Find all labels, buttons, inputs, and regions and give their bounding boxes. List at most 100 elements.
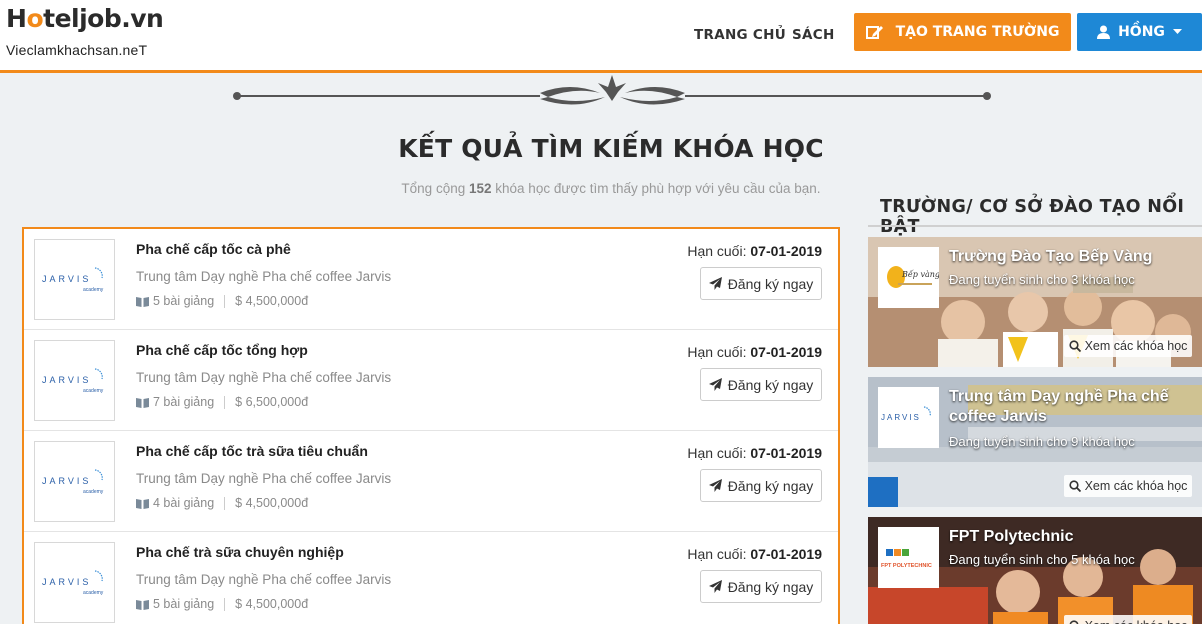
svg-text:academy: academy <box>83 590 104 596</box>
paper-plane-icon <box>708 479 722 492</box>
course-row: JARVIS academy Pha chế cấp tốc cà phê Tr… <box>24 229 838 330</box>
fpt-polytechnic-logo: FPT POLYTECHNIC <box>881 549 932 569</box>
school-course-count: Đang tuyển sinh cho 3 khóa học <box>949 272 1135 287</box>
nav-home[interactable]: TRANG CHỦ <box>694 27 786 43</box>
register-button[interactable]: Đăng ký ngay <box>700 469 822 502</box>
paper-plane-icon <box>708 580 722 593</box>
page-title: KẾT QUẢ TÌM KIẾM KHÓA HỌC <box>398 134 824 163</box>
user-menu-button[interactable]: HỒNG <box>1077 13 1202 51</box>
user-icon <box>1097 25 1111 39</box>
course-price: $ 4,500,000đ <box>235 597 309 611</box>
decorative-divider <box>233 75 991 105</box>
register-button[interactable]: Đăng ký ngay <box>700 267 822 300</box>
svg-text:FPT POLYTECHNIC: FPT POLYTECHNIC <box>881 563 932 569</box>
book-icon <box>136 599 149 610</box>
view-courses-button[interactable]: Xem các khóa học <box>1064 475 1192 497</box>
register-button[interactable]: Đăng ký ngay <box>700 570 822 603</box>
bep-vang-logo: Bếp vàng <box>887 266 940 288</box>
course-row: JARVIS academy Pha chế cấp tốc tổng hợp … <box>24 330 838 431</box>
course-title[interactable]: Pha chế cấp tốc trà sữa tiêu chuẩn <box>136 443 368 459</box>
jarvis-academy-logo: JARVIS academy <box>42 570 104 596</box>
course-price: $ 6,500,000đ <box>235 395 309 409</box>
course-meta: 5 bài giảng $ 4,500,000đ <box>136 597 308 611</box>
paper-plane-icon <box>708 378 722 391</box>
course-title[interactable]: Pha chế trà sữa chuyên nghiệp <box>136 544 344 560</box>
course-price: $ 4,500,000đ <box>235 496 309 510</box>
course-center[interactable]: Trung tâm Dạy nghề Pha chế coffee Jarvis <box>136 269 391 284</box>
course-deadline: Hạn cuối: 07-01-2019 <box>687 445 822 461</box>
magnifier-icon <box>1068 480 1081 492</box>
school-course-count: Đang tuyển sinh cho 9 khóa học <box>949 434 1135 449</box>
course-center[interactable]: Trung tâm Dạy nghề Pha chế coffee Jarvis <box>136 471 391 486</box>
school-logo: JARVIS <box>878 387 939 448</box>
featured-school-card[interactable]: FPT POLYTECHNIC FPT Polytechnic Đang tuy… <box>868 517 1202 624</box>
caret-down-icon <box>1172 29 1182 34</box>
user-name-label: HỒNG <box>1118 24 1165 40</box>
edit-icon <box>865 26 883 39</box>
svg-text:academy: academy <box>83 287 104 293</box>
nav-books[interactable]: SÁCH <box>792 27 835 43</box>
book-icon <box>136 296 149 307</box>
course-row: JARVIS academy Pha chế trà sữa chuyên ng… <box>24 532 838 624</box>
jarvis-logo: JARVIS <box>881 406 931 422</box>
create-school-page-label: TẠO TRANG TRƯỜNG <box>895 24 1060 40</box>
course-meta: 4 bài giảng $ 4,500,000đ <box>136 496 308 510</box>
svg-text:academy: academy <box>83 388 104 394</box>
course-title[interactable]: Pha chế cấp tốc cà phê <box>136 241 291 257</box>
featured-school-card[interactable]: JARVIS Trung tâm Dạy nghề Pha chế coffee… <box>868 377 1202 507</box>
course-thumbnail[interactable]: JARVIS academy <box>34 239 115 320</box>
featured-schools-title: TRƯỜNG/ CƠ SỞ ĐÀO TẠO NỔI BẬT <box>880 197 1185 237</box>
book-icon <box>136 397 149 408</box>
course-deadline: Hạn cuối: 07-01-2019 <box>687 344 822 360</box>
logo-subtext: Vieclamkhachsan.neT <box>6 42 148 58</box>
results-summary: Tổng cộng 152 khóa học được tìm thấy phù… <box>401 181 821 196</box>
course-center[interactable]: Trung tâm Dạy nghề Pha chế coffee Jarvis <box>136 572 391 587</box>
svg-text:JARVIS: JARVIS <box>881 413 921 422</box>
jarvis-academy-logo: JARVIS academy <box>42 368 104 394</box>
course-thumbnail[interactable]: JARVIS academy <box>34 441 115 522</box>
lesson-count: 4 bài giảng <box>153 496 215 510</box>
course-deadline: Hạn cuối: 07-01-2019 <box>687 546 822 562</box>
magnifier-icon <box>1068 340 1081 352</box>
course-results-list: JARVIS academy Pha chế cấp tốc cà phê Tr… <box>22 227 840 624</box>
lesson-count: 5 bài giảng <box>153 294 215 308</box>
svg-text:JARVIS: JARVIS <box>42 274 91 284</box>
register-button[interactable]: Đăng ký ngay <box>700 368 822 401</box>
sidebar-divider <box>868 225 1202 227</box>
lesson-count: 7 bài giảng <box>153 395 215 409</box>
course-price: $ 4,500,000đ <box>235 294 309 308</box>
results-count: 152 <box>468 181 492 196</box>
paper-plane-icon <box>708 277 722 290</box>
course-deadline: Hạn cuối: 07-01-2019 <box>687 243 822 259</box>
create-school-page-button[interactable]: TẠO TRANG TRƯỜNG <box>854 13 1071 51</box>
course-thumbnail[interactable]: JARVIS academy <box>34 542 115 623</box>
site-logo[interactable]: Hoteljob.vn Vieclamkhachsan.neT <box>6 4 164 58</box>
school-course-count: Đang tuyển sinh cho 5 khóa học <box>949 552 1135 567</box>
school-name[interactable]: Trung tâm Dạy nghề Pha chế coffee Jarvis <box>949 387 1194 427</box>
svg-text:Bếp vàng: Bếp vàng <box>901 270 939 279</box>
course-thumbnail[interactable]: JARVIS academy <box>34 340 115 421</box>
school-logo: FPT POLYTECHNIC <box>878 527 939 588</box>
school-name[interactable]: FPT Polytechnic <box>949 527 1194 547</box>
jarvis-academy-logo: JARVIS academy <box>42 469 104 495</box>
jarvis-academy-logo: JARVIS academy <box>42 267 104 293</box>
book-icon <box>136 498 149 509</box>
course-center[interactable]: Trung tâm Dạy nghề Pha chế coffee Jarvis <box>136 370 391 385</box>
school-logo: Bếp vàng <box>878 247 940 308</box>
course-meta: 7 bài giảng $ 6,500,000đ <box>136 395 308 409</box>
logo-text: Hoteljob.vn <box>6 4 164 33</box>
site-header: Hoteljob.vn Vieclamkhachsan.neT TRANG CH… <box>0 0 1202 73</box>
svg-text:JARVIS: JARVIS <box>42 476 91 486</box>
svg-text:JARVIS: JARVIS <box>42 375 91 385</box>
svg-text:JARVIS: JARVIS <box>42 577 91 587</box>
course-title[interactable]: Pha chế cấp tốc tổng hợp <box>136 342 308 358</box>
featured-school-card[interactable]: Bếp vàng Trường Đào Tạo Bếp Vàng Đang tu… <box>868 237 1202 367</box>
school-name[interactable]: Trường Đào Tạo Bếp Vàng <box>949 247 1194 267</box>
view-courses-button[interactable]: Xem các khóa học <box>1064 335 1192 357</box>
course-row: JARVIS academy Pha chế cấp tốc trà sữa t… <box>24 431 838 532</box>
magnifier-icon <box>1069 620 1079 624</box>
lesson-count: 5 bài giảng <box>153 597 215 611</box>
svg-text:academy: academy <box>83 489 104 495</box>
view-courses-button[interactable]: Xem các khóa học <box>1064 615 1192 624</box>
course-meta: 5 bài giảng $ 4,500,000đ <box>136 294 308 308</box>
